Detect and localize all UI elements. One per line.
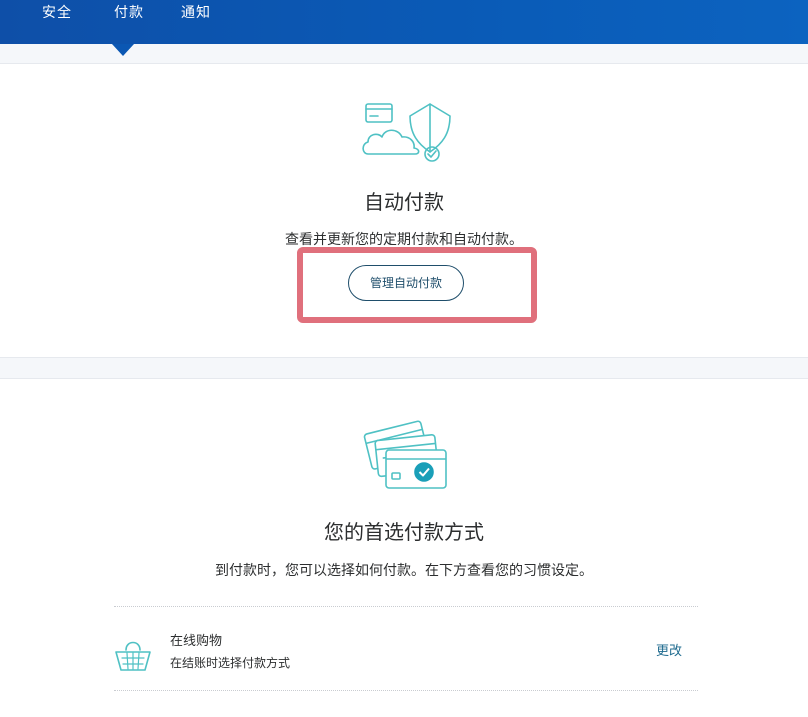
tab-security[interactable]: 安全	[42, 4, 72, 22]
tab-notifications[interactable]: 通知	[181, 4, 211, 22]
auto-payments-description: 查看并更新您的定期付款和自动付款。	[285, 232, 523, 248]
row-divider	[114, 690, 698, 691]
top-navigation: 安全 付款 通知	[0, 0, 808, 44]
tab-payments[interactable]: 付款	[114, 4, 144, 22]
cloud-shield-card-icon	[362, 103, 451, 162]
online-shopping-title: 在线购物	[170, 634, 223, 649]
change-link[interactable]: 更改	[656, 640, 682, 659]
online-shopping-subtitle: 在结账时选择付款方式	[170, 656, 291, 670]
manage-auto-payments-button[interactable]: 管理自动付款	[348, 265, 464, 301]
preferred-payment-description: 到付款时，您可以选择如何付款。在下方查看您的习惯设定。	[215, 563, 593, 579]
shopping-basket-icon	[115, 641, 151, 671]
credit-cards-check-icon	[363, 420, 447, 489]
active-tab-caret	[112, 44, 134, 56]
auto-payments-title: 自动付款	[364, 190, 444, 214]
row-divider	[114, 606, 698, 607]
preferred-payment-title: 您的首选付款方式	[324, 520, 484, 544]
